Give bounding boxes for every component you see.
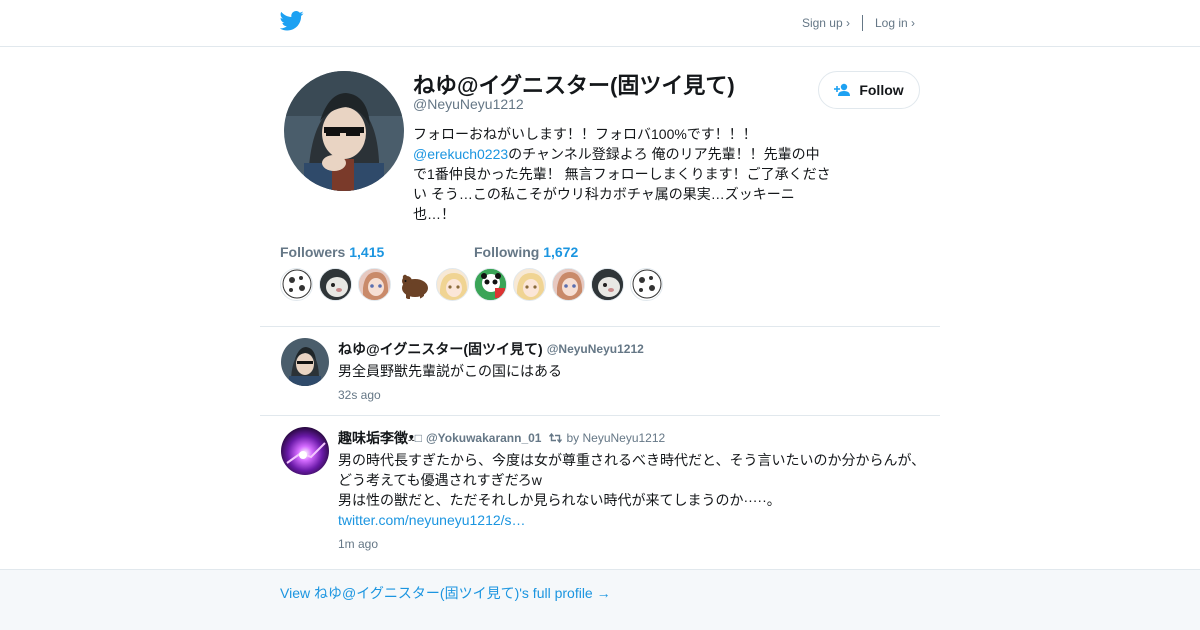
add-user-icon	[834, 83, 851, 96]
follower-avatar[interactable]	[319, 268, 352, 301]
followers-label: Followers	[280, 244, 346, 260]
bio-text: のチャンネル登録よろ 俺のリア先輩！！先輩の中	[508, 146, 820, 162]
followers-count: 1,415	[349, 244, 385, 260]
name-box-glyph: □	[414, 431, 422, 445]
bio-line: で1番仲良かった先輩！ 無言フォローしまくります！ご了承くださ	[413, 166, 831, 182]
bio-line: フォローおねがいします！！フォロバ100%です！！！	[413, 126, 757, 142]
following-avatar[interactable]	[474, 268, 507, 301]
tweet-author-handle[interactable]: @Yokuwakarann_01	[426, 431, 542, 445]
retweet-attribution: by NeyuNeyu1212	[549, 431, 665, 445]
following-avatars	[474, 268, 663, 301]
tweet-timestamp[interactable]: 32s ago	[338, 388, 381, 402]
tweet-author-handle[interactable]: @NeyuNeyu1212	[547, 342, 644, 356]
follow-button[interactable]: Follow	[818, 71, 920, 109]
tweet-text-line: 男の時代長すぎたから、今度は女が尊重されるべき時代だと、そう言いたいのか分からん…	[338, 452, 926, 468]
auth-divider	[861, 15, 863, 31]
bio-line: 也…！	[413, 206, 455, 222]
tweet-author-name[interactable]: ねゆ@イグニスター(固ツイ見て)	[338, 339, 543, 359]
followers-avatars	[280, 268, 469, 301]
full-profile-link[interactable]: View ねゆ@イグニスター(固ツイ見て)'s full profile →	[280, 583, 611, 603]
following-avatar[interactable]	[513, 268, 546, 301]
tweet-text: 男の時代長すぎたから、今度は女が尊重されるべき時代だと、そう言いたいのか分からん…	[338, 450, 938, 530]
top-bar: Sign up › Log in ›	[0, 0, 1200, 47]
followers-stat[interactable]: Followers 1,415	[280, 244, 384, 260]
following-avatar[interactable]	[630, 268, 663, 301]
bio-line: い そう…この私こそがウリ科カボチャ属の果実…ズッキーニ	[413, 186, 795, 202]
twitter-bird-icon[interactable]	[280, 11, 304, 31]
divider	[260, 415, 940, 416]
tweet-text-line: どう考えても優遇されすぎだろw	[338, 472, 542, 488]
auth-links: Sign up › Log in ›	[802, 15, 915, 31]
profile-bio: フォローおねがいします！！フォロバ100%です！！！ @erekuch0223の…	[413, 124, 833, 224]
bio-line: @erekuch0223のチャンネル登録よろ 俺のリア先輩！！先輩の中	[413, 144, 833, 164]
following-stat[interactable]: Following 1,672	[474, 244, 578, 260]
login-link[interactable]: Log in ›	[875, 16, 915, 30]
follower-avatar[interactable]	[397, 268, 430, 301]
profile-avatar[interactable]	[284, 71, 404, 191]
following-avatar[interactable]	[552, 268, 585, 301]
name-emoji: ᴥ	[408, 432, 415, 444]
follow-label: Follow	[859, 82, 904, 98]
tweet-header: 趣味垢李徴 ᴥ □ @Yokuwakarann_01 by NeyuNeyu12…	[338, 428, 665, 448]
follower-avatar[interactable]	[436, 268, 469, 301]
footer: View ねゆ@イグニスター(固ツイ見て)'s full profile →	[0, 569, 1200, 630]
tweet-text-line: 男は性の獣だと、ただそれしか見られない時代が来てしまうのか·····。	[338, 492, 781, 508]
bio-mention-link[interactable]: @erekuch0223	[413, 146, 508, 162]
signup-link[interactable]: Sign up ›	[802, 16, 850, 30]
tweet-author-name[interactable]: 趣味垢李徴	[338, 428, 408, 448]
tweet-author-avatar[interactable]	[281, 338, 329, 386]
tweet-text: 男全員野獣先輩説がこの国にはある	[338, 363, 562, 379]
profile-handle: @NeyuNeyu1212	[413, 96, 524, 112]
tweet-link[interactable]: twitter.com/neyuneyu1212/s…	[338, 510, 938, 530]
divider	[260, 326, 940, 327]
follower-avatar[interactable]	[280, 268, 313, 301]
following-count: 1,672	[543, 244, 579, 260]
following-label: Following	[474, 244, 540, 260]
tweet-header: ねゆ@イグニスター(固ツイ見て) @NeyuNeyu1212	[338, 339, 644, 359]
tweet-timestamp[interactable]: 1m ago	[338, 537, 378, 551]
following-avatar[interactable]	[591, 268, 624, 301]
follower-avatar[interactable]	[358, 268, 391, 301]
retweet-by-text[interactable]: by NeyuNeyu1212	[566, 431, 665, 445]
retweet-icon	[549, 433, 563, 443]
tweet-author-avatar[interactable]	[281, 427, 329, 475]
